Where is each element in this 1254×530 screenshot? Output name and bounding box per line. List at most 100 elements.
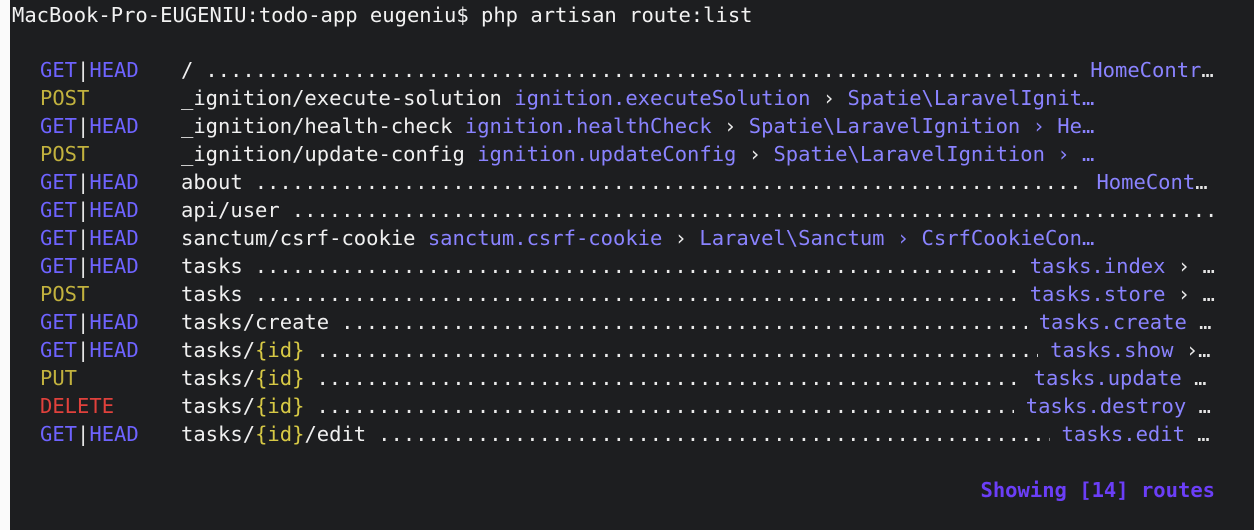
terminal-window[interactable]: MacBook-Pro-EUGENIU:todo-app eugeniu$ ph… (0, 0, 1254, 530)
dot-leader: ........................................… (205, 58, 1078, 82)
uri-segment: tasks/ (181, 394, 256, 418)
method-get: GET (40, 310, 78, 334)
method-head: HEAD (89, 254, 139, 278)
method-separator: | (77, 226, 90, 250)
route-uri: tasks/{id} (181, 364, 304, 392)
route-method: POST (40, 84, 89, 112)
route-row: GET|HEAD sanctum/csrf-cookie sanctum.csrf… (0, 224, 1254, 252)
route-controller: Spatie\LaravelIgnit… (847, 86, 1095, 110)
route-name: tasks.edit (1061, 422, 1185, 446)
method-separator: | (77, 198, 90, 222)
route-action: sanctum.csrf-cookie › Laravel\Sanctum › … (428, 224, 1215, 252)
route-name: ignition.executeSolution (514, 86, 811, 110)
route-separator: › (1173, 338, 1211, 362)
route-uri: tasks/create (181, 308, 329, 336)
method-head: HEAD (89, 338, 139, 362)
route-name: ignition.updateConfig (477, 142, 737, 166)
route-method: GET|HEAD (40, 224, 139, 252)
route-uri: tasks/{id} (181, 392, 304, 420)
route-separator: › (736, 142, 774, 166)
uri-segment: tasks/ (181, 338, 256, 362)
method-get: GET (40, 422, 78, 446)
route-row: GET|HEAD api/user........................… (0, 196, 1254, 224)
dot-leader: ........................................… (316, 338, 1038, 362)
uri-spacer (465, 140, 477, 168)
route-row: GET|HEAD tasks...........................… (0, 252, 1254, 280)
uri-spacer (502, 84, 514, 112)
route-name: tasks.show (1050, 338, 1174, 362)
route-method: GET|HEAD (40, 112, 139, 140)
method-head: HEAD (89, 310, 139, 334)
route-method: POST (40, 140, 89, 168)
uri-segment: tasks/ (181, 422, 256, 446)
route-separator: › (810, 86, 848, 110)
route-name: sanctum.csrf-cookie (427, 226, 663, 250)
uri-segment: _ignition/update-config (181, 142, 465, 166)
route-uri: tasks (181, 280, 243, 308)
route-action: HomeController@index (1090, 56, 1215, 84)
method-get: GET (40, 338, 78, 362)
method-delete: DELETE (40, 394, 115, 418)
method-put: PUT (40, 366, 78, 390)
uri-segment: /edit (304, 422, 367, 446)
route-separator: › (1165, 254, 1203, 278)
route-action: tasks.destroy › TaskController@destroy (1026, 392, 1215, 420)
uri-segment: tasks (181, 282, 243, 306)
uri-parameter: {id} (255, 422, 305, 446)
uri-segment: about (181, 170, 243, 194)
dot-leader: ........................................… (254, 282, 1018, 306)
method-get: GET (40, 226, 78, 250)
uri-segment: tasks/create (181, 310, 330, 334)
route-row: GET|HEAD tasks/{id}......................… (0, 336, 1254, 364)
method-head: HEAD (89, 114, 139, 138)
method-get: GET (40, 114, 78, 138)
method-post: POST (40, 142, 90, 166)
route-separator: › (1165, 282, 1203, 306)
route-controller: Spatie\LaravelIgnition › He… (748, 114, 1095, 138)
command-prompt-line: MacBook-Pro-EUGENIU:todo-app eugeniu$ ph… (12, 3, 753, 27)
route-separator: › (1199, 310, 1212, 334)
uri-segment: _ignition/health-check (181, 114, 453, 138)
route-separator: › (662, 226, 700, 250)
dot-leader: ........................................… (254, 254, 1018, 278)
route-list: GET|HEAD /...............................… (0, 56, 1254, 448)
route-method: GET|HEAD (40, 56, 139, 84)
uri-parameter: {id} (255, 338, 305, 362)
route-action: ignition.executeSolution › Spatie\Larave… (514, 84, 1215, 112)
uri-segment: api/user (181, 198, 280, 222)
route-uri: _ignition/update-config (181, 140, 465, 168)
route-uri: about (181, 168, 243, 196)
method-separator: | (77, 170, 90, 194)
route-row: GET|HEAD tasks/{id}/edit.................… (0, 420, 1254, 448)
method-head: HEAD (89, 170, 139, 194)
route-uri: _ignition/health-check (181, 112, 453, 140)
route-action: tasks.store › TaskController@store (1030, 280, 1215, 308)
dot-leader: ........................................… (254, 170, 1085, 194)
route-name: ignition.healthCheck (464, 114, 712, 138)
route-action: HomeController@about (1096, 168, 1215, 196)
route-uri: tasks/{id}/edit (181, 420, 366, 448)
uri-segment: tasks/ (181, 366, 256, 390)
route-row: POST _ignition/update-config ignition.upd… (0, 140, 1254, 168)
route-action: tasks.edit › TaskController@edit (1062, 420, 1215, 448)
dot-leader: ........................................… (291, 198, 1215, 222)
method-separator: | (77, 114, 90, 138)
uri-parameter: {id} (255, 394, 305, 418)
route-method: GET|HEAD (40, 252, 139, 280)
method-head: HEAD (89, 422, 139, 446)
route-uri: api/user (181, 196, 280, 224)
route-method: GET|HEAD (40, 420, 139, 448)
route-method: PUT (40, 364, 77, 392)
route-row: GET|HEAD about...........................… (0, 168, 1254, 196)
route-method: GET|HEAD (40, 308, 139, 336)
route-uri: _ignition/execute-solution (181, 84, 502, 112)
route-name: tasks.destroy (1025, 394, 1187, 418)
route-action: ignition.healthCheck › Spatie\LaravelIgn… (465, 112, 1215, 140)
route-count-summary: Showing [14] routes (980, 478, 1216, 502)
route-uri: tasks (181, 252, 243, 280)
route-separator: › (1197, 422, 1210, 446)
route-separator: › (711, 114, 749, 138)
method-head: HEAD (89, 226, 139, 250)
route-row: POST tasks...............................… (0, 280, 1254, 308)
route-controller: Laravel\Sanctum › CsrfCookieCon… (699, 226, 1095, 250)
